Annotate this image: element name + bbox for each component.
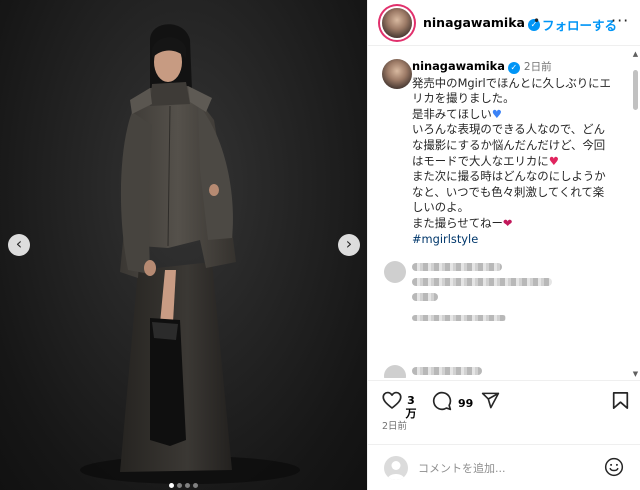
comment-input[interactable] [418,459,598,477]
caption-username[interactable]: ninagawamika [412,59,505,73]
caption-line: なと、いつでも色々刺激してくれて楽 [412,184,605,199]
comments-area[interactable]: ninagawamika ✓ 2日前 発売中のMgirlでほんとに久しぶりにエ リカ… [368,47,640,378]
author-username[interactable]: ninagawamika ✓ [423,15,540,31]
comment-blurred [412,278,552,286]
comment-blurred [412,293,438,301]
action-bar: 3万 99 [368,380,640,420]
post-side-panel: ninagawamika ✓ • フォローする ··· ninagawamika ✓… [367,0,640,490]
commenter-avatar-blurred [384,365,406,378]
caption-line: リカを撮りました。 [412,91,515,106]
comment-blurred [412,315,506,321]
like-count-unit[interactable]: 万 [406,407,417,420]
more-options-icon[interactable]: ··· [611,11,629,30]
caption-line: いろんな表現のできる人なので、どん [412,122,605,137]
carousel-dot [177,483,182,488]
like-count[interactable]: 3万 [405,394,417,420]
caption-line: な撮影にするか悩んだんだけど、今回 [412,137,606,152]
verified-badge-icon: ✓ [507,62,520,74]
comment-blurred [412,367,482,375]
carousel-dot [169,483,174,488]
caption: ninagawamika ✓ 2日前 発売中のMgirlでほんとに久しぶりにエ リカ… [412,59,632,247]
post-media[interactable]: ‹ › [0,0,367,490]
next-slide-button[interactable]: › [338,234,360,256]
caption-line: しいのよ。 [412,200,469,215]
comment-blurred [412,263,502,271]
post-header: ninagawamika ✓ • フォローする ··· [368,0,640,46]
commenter-avatar-blurred [384,261,406,283]
share-paper-plane-icon[interactable] [481,391,500,410]
comment-bubble-icon[interactable] [432,391,452,411]
carousel-indicator [0,473,367,490]
save-bookmark-icon[interactable] [612,391,629,410]
comments-scrollbar[interactable]: ▲ ▼ [632,48,639,378]
post-date[interactable]: 2日前 [382,418,407,432]
caption-line: 是非みてほしい [412,106,492,121]
add-comment-bar [368,444,640,490]
current-user-avatar [384,456,408,480]
carousel-dot [185,483,190,488]
caption-line: また撮らせてねー [412,215,503,230]
scroll-down-arrow-icon[interactable]: ▼ [632,370,639,378]
caption-author-avatar[interactable] [382,59,412,89]
hashtag-link[interactable]: #mgirlstyle [412,232,478,246]
previous-slide-button[interactable]: ‹ [8,234,30,256]
author-username-text[interactable]: ninagawamika [423,15,525,30]
default-user-icon [387,461,405,480]
caption-line: また次に撮る時はどんなのにしようか [412,169,606,184]
emoji-picker-icon[interactable] [604,457,624,477]
comment-count[interactable]: 99 [458,397,473,410]
caption-line: 発売中のMgirlでほんとに久しぶりにエ [412,75,611,90]
carousel-dot [193,483,198,488]
caption-line: はモードで大人なエリカに [412,153,549,168]
photo-woman-dark-dress [80,24,300,484]
like-count-number[interactable]: 3 [407,394,415,407]
red-heart-icon: ♥ [548,153,559,168]
blue-heart-icon: ♥ [491,106,502,121]
caption-time[interactable]: 2日前 [524,61,552,73]
scrollbar-thumb[interactable] [633,70,638,110]
scroll-up-arrow-icon[interactable]: ▲ [632,50,639,58]
like-heart-icon[interactable] [382,391,402,410]
author-avatar[interactable] [382,8,412,38]
header-separator: • [533,14,541,28]
follow-button[interactable]: フォローする [542,15,617,34]
lips-icon: ❤ [502,215,513,230]
